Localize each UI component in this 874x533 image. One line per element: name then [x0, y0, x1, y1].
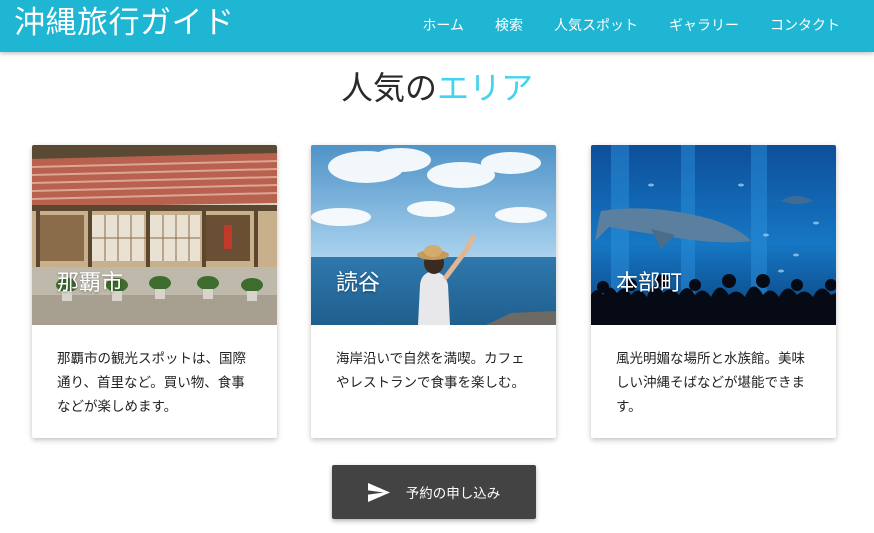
- card-title: 本部町: [616, 271, 683, 296]
- main-nav: ホーム 検索 人気スポット ギャラリー コンタクト: [422, 0, 840, 52]
- motobu-image: 本部町: [591, 145, 836, 325]
- nav-home[interactable]: ホーム: [422, 2, 464, 50]
- area-card-naha[interactable]: 那覇市 那覇市の観光スポットは、国際通り、首里など。買い物、食事などが楽しめます…: [32, 145, 277, 438]
- card-description: 那覇市の観光スポットは、国際通り、首里など。買い物、食事などが楽しめます。: [57, 351, 246, 415]
- card-description: 海岸沿いで自然を満喫。カフェやレストランで食事を楽しむ。: [336, 351, 525, 391]
- heading-accent: エリア: [437, 69, 534, 107]
- card-description: 風光明媚な場所と水族館。美味しい沖縄そばなどが堪能できます。: [616, 351, 805, 415]
- send-icon: [367, 482, 390, 502]
- card-title: 那覇市: [57, 271, 124, 296]
- nav-gallery[interactable]: ギャラリー: [669, 2, 739, 50]
- heading-main: 人気の: [340, 69, 437, 107]
- top-navbar: 沖縄旅行ガイド ホーム 検索 人気スポット ギャラリー コンタクト: [0, 0, 874, 52]
- naha-image: 那覇市: [32, 145, 277, 325]
- yomitan-image: 読谷: [311, 145, 556, 325]
- site-brand[interactable]: 沖縄旅行ガイド: [14, 5, 235, 41]
- area-card-motobu[interactable]: 本部町 風光明媚な場所と水族館。美味しい沖縄そばなどが堪能できます。: [591, 145, 836, 438]
- card-title: 読谷: [336, 271, 381, 296]
- nav-search[interactable]: 検索: [495, 2, 523, 50]
- reserve-button[interactable]: 予約の申し込み: [332, 465, 536, 519]
- nav-popular-spots[interactable]: 人気スポット: [554, 2, 638, 50]
- reserve-label: 予約の申し込み: [405, 486, 501, 502]
- nav-contact[interactable]: コンタクト: [770, 2, 840, 50]
- area-card-yomitan[interactable]: 読谷 海岸沿いで自然を満喫。カフェやレストランで食事を楽しむ。: [311, 145, 556, 438]
- naha-house-illustration: [32, 145, 277, 325]
- motobu-aquarium-illustration: [591, 145, 836, 325]
- section-heading: 人気のエリア: [0, 66, 874, 110]
- yomitan-beach-illustration: [311, 145, 556, 325]
